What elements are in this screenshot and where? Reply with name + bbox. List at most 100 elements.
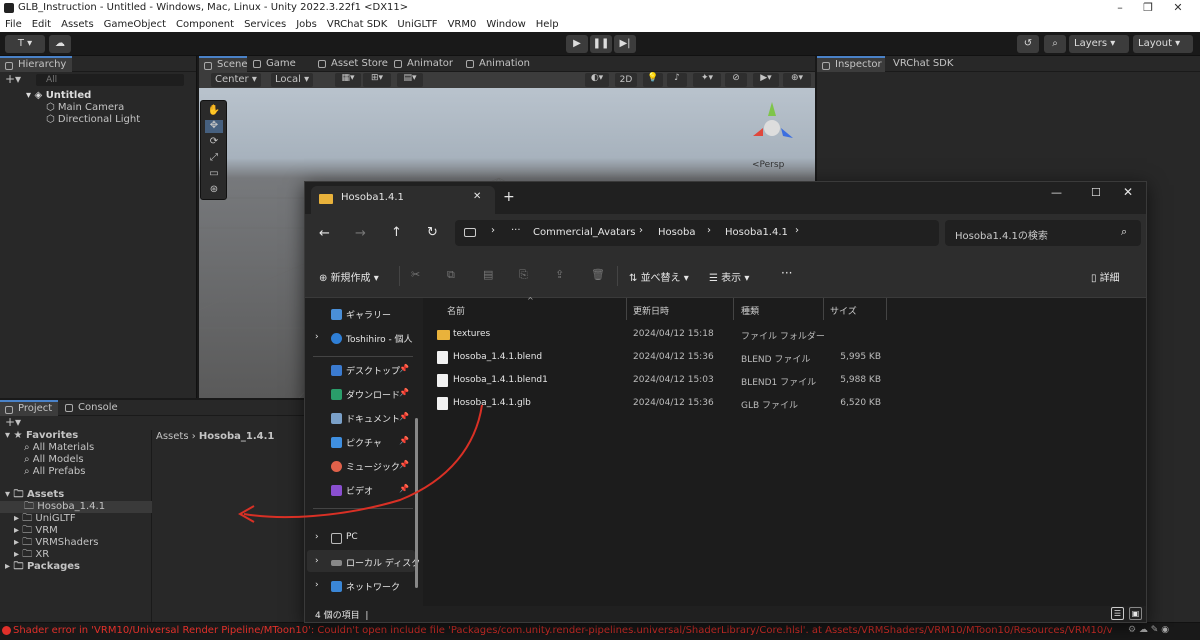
maximize-icon[interactable]: ❐ <box>1134 0 1162 16</box>
minimize-icon[interactable]: — <box>1051 186 1062 199</box>
address-bar[interactable]: › ··· Commercial_Avatars › Hosoba › Hoso… <box>455 220 939 246</box>
minimize-icon[interactable]: – <box>1106 0 1134 16</box>
packages-header[interactable]: ▸ 🗀 Packages <box>5 561 80 573</box>
pin-icon[interactable]: 📌 <box>399 484 409 493</box>
tab-console[interactable]: Console <box>60 400 124 416</box>
axis-gizmo-icon[interactable] <box>739 96 799 156</box>
column-name[interactable]: 名前 <box>447 304 465 317</box>
path-segment-current[interactable]: Hosoba1.4.1 <box>725 227 788 238</box>
tiles-view-icon[interactable]: ▣ <box>1129 607 1142 620</box>
folder-vrmshaders[interactable]: ▸ 🗀 VRMShaders <box>14 537 98 549</box>
camera-icon[interactable]: ▶▾ <box>753 73 779 87</box>
forward-icon[interactable]: → <box>355 226 366 241</box>
menu-component[interactable]: Component <box>176 19 234 30</box>
expand-icon[interactable]: › <box>315 556 319 566</box>
tab-asset-store[interactable]: Asset Store <box>313 56 394 72</box>
rect-tool-icon[interactable]: ▭ <box>205 168 223 181</box>
project-add-icon[interactable]: +▾ <box>5 415 21 429</box>
explorer-search-input[interactable]: Hosoba1.4.1の検索 ⌕ <box>945 220 1141 246</box>
draw-mode-icon[interactable]: ◐▾ <box>585 73 609 87</box>
sort-button[interactable]: ⇅ 並べ替え ▾ <box>629 269 689 284</box>
pin-icon[interactable]: 📌 <box>399 460 409 469</box>
share-icon[interactable]: ⇪ <box>555 268 564 281</box>
cut-icon[interactable]: ✂ <box>411 268 420 281</box>
folder-xr[interactable]: ▸ 🗀 XR <box>14 549 49 561</box>
path-segment-hosoba[interactable]: Hosoba <box>658 227 695 238</box>
folder-unigltf[interactable]: ▸ 🗀 UniGLTF <box>14 513 76 525</box>
rename-icon[interactable]: ⎘ <box>519 268 528 282</box>
mode-2d-button[interactable]: 2D <box>615 73 637 87</box>
path-segment-commercial[interactable]: Commercial_Avatars <box>533 227 635 238</box>
column-size[interactable]: サイズ <box>830 304 857 317</box>
nav-scrollbar[interactable] <box>415 418 418 588</box>
layout-dropdown[interactable]: Layout ▾ <box>1133 35 1193 53</box>
close-icon[interactable]: ✕ <box>1123 185 1133 199</box>
tab-game[interactable]: Game <box>248 56 302 72</box>
explorer-tab[interactable]: Hosoba1.4.1 ✕ <box>311 186 495 214</box>
tab-close-icon[interactable]: ✕ <box>473 191 481 202</box>
details-button[interactable]: ▯ 詳細 <box>1091 269 1120 284</box>
more-path-icon[interactable]: ··· <box>511 225 521 236</box>
favorites-header[interactable]: ▾ ★ Favorites <box>5 430 78 442</box>
pin-icon[interactable]: 📌 <box>399 364 409 373</box>
menu-help[interactable]: Help <box>536 19 559 30</box>
favorite-all-materials[interactable]: ⌕ All Materials <box>24 442 94 454</box>
menu-services[interactable]: Services <box>244 19 286 30</box>
folder-hosoba[interactable]: 🗀 Hosoba_1.4.1 <box>0 501 152 513</box>
file-row-blend[interactable]: Hosoba_1.4.1.blend 2024/04/12 15:36 BLEN… <box>423 347 1146 369</box>
search-icon[interactable]: ⌕ <box>1044 35 1066 53</box>
folder-vrm[interactable]: ▸ 🗀 VRM <box>14 525 58 537</box>
view-button[interactable]: ☰ 表示 ▾ <box>709 269 749 284</box>
audio-icon[interactable]: ♪ <box>667 73 687 87</box>
favorite-all-prefabs[interactable]: ⌕ All Prefabs <box>24 466 85 478</box>
gizmos-icon[interactable]: ⊕▾ <box>783 73 811 87</box>
pivot-dropdown[interactable]: Center ▾ <box>211 73 261 87</box>
refresh-icon[interactable]: ↻ <box>427 225 438 240</box>
assets-header[interactable]: ▾ 🗀 Assets <box>5 489 64 501</box>
pin-icon[interactable]: 📌 <box>399 436 409 445</box>
details-view-icon[interactable]: ☰ <box>1111 607 1124 620</box>
hand-tool-icon[interactable]: ✋ <box>205 105 223 118</box>
paste-icon[interactable]: ▤ <box>483 268 493 281</box>
menu-gameobject[interactable]: GameObject <box>104 19 166 30</box>
expand-icon[interactable]: › <box>315 532 319 542</box>
status-message[interactable]: Shader error in 'VRM10/Universal Render … <box>13 625 1113 636</box>
visibility-icon[interactable]: ⊘ <box>725 73 747 87</box>
breadcrumb-current[interactable]: Hosoba_1.4.1 <box>199 431 274 442</box>
transform-tool-icon[interactable]: ⊛ <box>205 184 223 197</box>
move-tool-icon[interactable]: ✥ <box>205 120 223 133</box>
snap-icon[interactable]: ⊞▾ <box>363 73 391 87</box>
scale-tool-icon[interactable]: ⤢ <box>205 152 223 165</box>
expand-icon[interactable]: › <box>315 332 319 342</box>
column-date[interactable]: 更新日時 <box>633 304 669 317</box>
history-icon[interactable]: ↺ <box>1017 35 1039 53</box>
menu-assets[interactable]: Assets <box>61 19 94 30</box>
lighting-icon[interactable]: 💡 <box>643 73 663 87</box>
column-type[interactable]: 種類 <box>741 304 759 317</box>
grid-snap-icon[interactable]: ▦▾ <box>335 73 361 87</box>
up-icon[interactable]: ↑ <box>391 225 402 240</box>
more-options-icon[interactable]: ··· <box>781 266 792 280</box>
cloud-icon[interactable]: ☁ <box>49 35 71 53</box>
tab-inspector[interactable]: Inspector <box>817 56 885 72</box>
menu-window[interactable]: Window <box>486 19 525 30</box>
file-row-blend1[interactable]: Hosoba_1.4.1.blend1 2024/04/12 15:03 BLE… <box>423 370 1146 392</box>
menu-unigltf[interactable]: UniGLTF <box>397 19 437 30</box>
step-button[interactable]: ▶| <box>614 35 636 53</box>
menu-vrm0[interactable]: VRM0 <box>448 19 477 30</box>
hierarchy-search-input[interactable]: All <box>36 74 184 86</box>
tab-hierarchy[interactable]: Hierarchy <box>0 56 73 72</box>
tab-project[interactable]: Project <box>0 400 59 416</box>
play-button[interactable]: ▶ <box>566 35 588 53</box>
tab-scene[interactable]: Scene <box>199 56 248 72</box>
pause-button[interactable]: ❚❚ <box>590 35 612 53</box>
projection-label[interactable]: <Persp <box>752 160 784 170</box>
tab-animation[interactable]: Animation <box>461 56 536 72</box>
new-tab-icon[interactable]: + <box>503 189 515 205</box>
breadcrumb-assets[interactable]: Assets <box>156 431 189 442</box>
copy-icon[interactable]: ⧉ <box>447 268 455 282</box>
pin-icon[interactable]: 📌 <box>399 388 409 397</box>
expand-icon[interactable]: › <box>315 580 319 590</box>
space-dropdown[interactable]: Local ▾ <box>271 73 314 87</box>
file-row-glb[interactable]: Hosoba_1.4.1.glb 2024/04/12 15:36 GLB ファ… <box>423 393 1146 415</box>
